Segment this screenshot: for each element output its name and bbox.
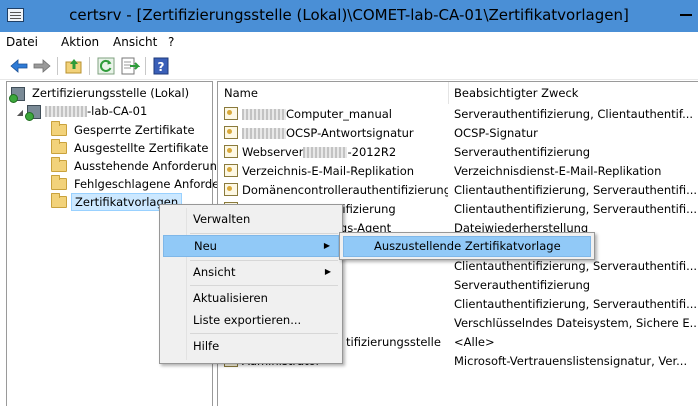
tree-item-gesperrte[interactable]: Gesperrte Zertifikate <box>51 120 198 139</box>
toolbar: ? <box>0 52 698 80</box>
menu-bar: Datei Aktion Ansicht ? <box>0 32 698 52</box>
column-header-name[interactable]: Name <box>218 82 448 104</box>
list-row[interactable]: OCSP-Antwortsignatur OCSP-Signatur <box>218 124 698 143</box>
ca-server-icon <box>25 104 41 121</box>
tree-item-ausstehende[interactable]: Ausstehende Anforderung <box>51 156 227 175</box>
menu-item-liste-exportieren[interactable]: Liste exportieren... <box>163 309 339 331</box>
menu-ansicht[interactable]: Ansicht <box>113 35 157 49</box>
context-menu: Verwalten Neu ▶ Ansicht ▶ Aktualisieren … <box>159 204 343 364</box>
menu-item-hilfe[interactable]: Hilfe <box>163 335 339 357</box>
menu-item-neu[interactable]: Neu ▶ <box>163 235 339 257</box>
folder-icon <box>51 192 67 208</box>
up-folder-icon[interactable] <box>64 56 84 76</box>
folder-icon <box>51 156 67 172</box>
export-list-icon[interactable] <box>120 56 141 76</box>
refresh-icon[interactable] <box>96 56 116 76</box>
collapse-icon[interactable]: ◢ <box>15 104 25 122</box>
tree-root[interactable]: Zertifizierungsstelle (Lokal) <box>9 84 192 103</box>
title-bar: certsrv - [Zertifizierungsstelle (Lokal)… <box>0 0 698 32</box>
menu-item-aktualisieren[interactable]: Aktualisieren <box>163 287 339 309</box>
submenu-arrow-icon: ▶ <box>324 267 331 276</box>
tree-item-ca[interactable]: ◢ -lab-CA-01 <box>15 102 147 122</box>
forward-arrow-icon[interactable] <box>32 56 52 76</box>
menu-item-auszustellende-zertifikatvorlage[interactable]: Auszustellende Zertifikatvorlage <box>343 236 591 257</box>
back-arrow-icon[interactable] <box>9 56 29 76</box>
redacted-text <box>45 106 87 117</box>
column-header-purpose[interactable]: Beabsichtigter Zweck <box>448 82 698 104</box>
minimize-button[interactable] <box>680 14 692 16</box>
menu-aktion[interactable]: Aktion <box>61 35 99 49</box>
certificate-template-icon <box>224 107 238 120</box>
window-title: certsrv - [Zertifizierungsstelle (Lokal)… <box>69 6 629 24</box>
list-row[interactable]: Domänencontrollerauthentifizierung Clien… <box>218 181 698 200</box>
server-icon <box>9 86 25 103</box>
certificate-template-icon <box>224 126 238 139</box>
list-row[interactable]: Webserver -2012R2 Serverauthentifizierung <box>218 143 698 162</box>
list-row[interactable]: Verzeichnis-E-Mail-Replikation Verzeichn… <box>218 162 698 181</box>
help-icon[interactable]: ? <box>151 56 171 76</box>
folder-icon <box>51 120 67 136</box>
certificate-template-icon <box>224 183 238 196</box>
certificate-template-icon <box>224 164 238 177</box>
menu-item-verwalten[interactable]: Verwalten <box>163 208 339 230</box>
submenu-neu: Auszustellende Zertifikatvorlage <box>339 232 595 260</box>
menu-datei[interactable]: Datei <box>6 35 38 49</box>
tree-item-ausgestellte[interactable]: Ausgestellte Zertifikate <box>51 138 211 157</box>
folder-icon <box>51 174 67 190</box>
menu-help[interactable]: ? <box>168 35 174 49</box>
tree-item-fehlgeschlagene[interactable]: Fehlgeschlagene Anforder <box>51 174 227 193</box>
folder-icon <box>51 138 67 154</box>
submenu-arrow-icon: ▶ <box>323 241 330 250</box>
redacted-text <box>303 147 348 158</box>
certificate-template-icon <box>224 145 238 158</box>
redacted-text <box>242 109 286 120</box>
list-row[interactable]: Computer_manual Serverauthentifizierung,… <box>218 105 698 124</box>
redacted-text <box>242 128 286 139</box>
svg-text:?: ? <box>158 60 165 74</box>
menu-item-ansicht[interactable]: Ansicht ▶ <box>163 261 339 283</box>
